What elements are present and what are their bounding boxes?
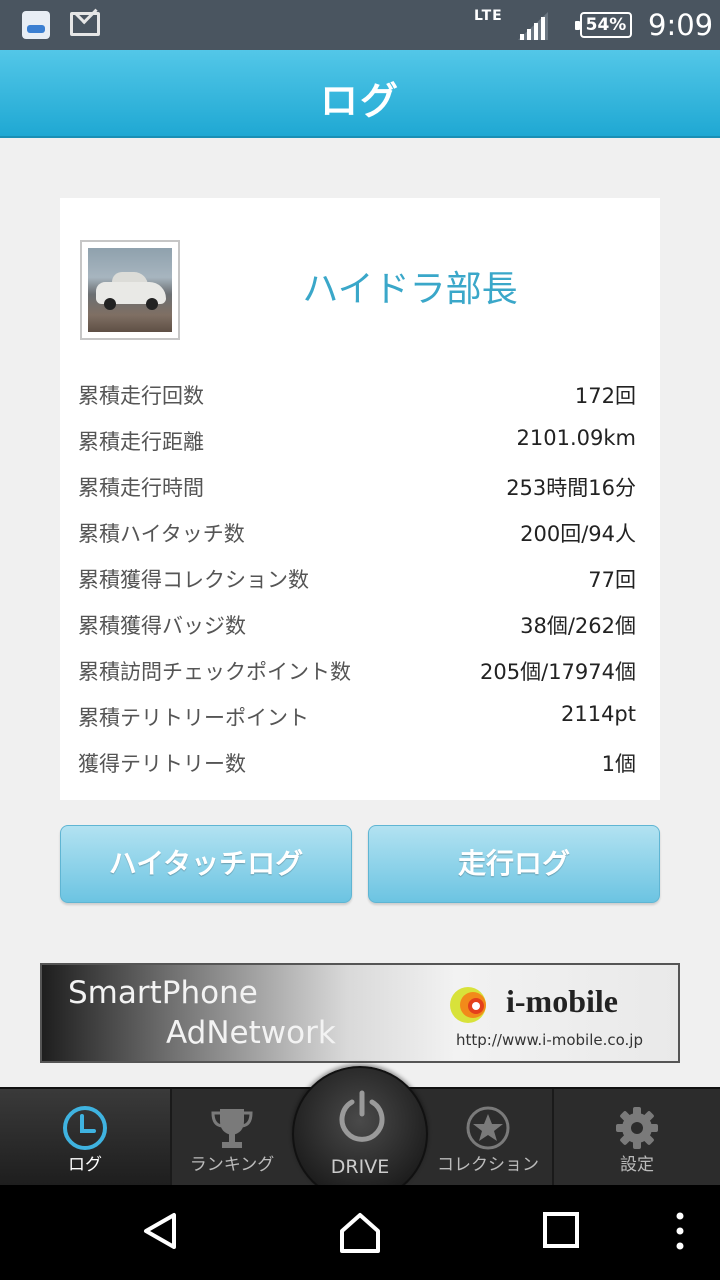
tab-settings-label: 設定: [620, 1155, 654, 1175]
stat-value: 38個/262個: [520, 614, 636, 638]
recents-icon[interactable]: [542, 1211, 580, 1249]
stat-row: 累積走行回数 172回: [78, 370, 636, 416]
tab-collection-label: コレクション: [437, 1155, 539, 1175]
stat-label: 累積獲得バッジ数: [78, 614, 246, 638]
tab-log-label: ログ: [68, 1155, 102, 1175]
stat-value: 2114pt: [560, 702, 636, 726]
system-nav-bar: [0, 1185, 720, 1280]
stat-label: 累積訪問チェックポイント数: [78, 660, 351, 684]
back-icon[interactable]: [140, 1211, 180, 1251]
network-type: LTE: [474, 8, 503, 24]
app-notification-icon: [22, 11, 50, 39]
profile-card: ハイドラ部長 累積走行回数 172回 累積走行距離 2101.09km 累積走行…: [60, 198, 660, 800]
gmail-icon: [70, 12, 100, 36]
stat-label: 獲得テリトリー数: [78, 752, 246, 776]
trophy-icon: [211, 1109, 253, 1148]
stat-label: 累積テリトリーポイント: [78, 706, 309, 730]
tab-ranking[interactable]: ランキング: [172, 1089, 292, 1185]
battery-icon: 54%: [575, 12, 632, 38]
overflow-menu-icon[interactable]: [670, 1211, 690, 1251]
tab-settings[interactable]: 設定: [552, 1089, 720, 1185]
drive-button[interactable]: DRIVE: [292, 1066, 428, 1202]
ad-url: http://www.i-mobile.co.jp: [456, 1031, 643, 1049]
home-icon[interactable]: [338, 1211, 382, 1255]
tab-log[interactable]: ログ: [0, 1089, 170, 1185]
stat-value: 205個/17974個: [480, 660, 636, 684]
stat-row: 累積ハイタッチ数 200回/94人: [78, 508, 636, 554]
stat-row: 累積テリトリーポイント 2114pt: [78, 692, 636, 738]
stat-row: 累積走行距離 2101.09km: [78, 416, 636, 462]
stat-row: 累積訪問チェックポイント数 205個/17974個: [78, 646, 636, 692]
stat-value: 172回: [574, 384, 636, 408]
drive-log-button[interactable]: 走行ログ: [368, 825, 660, 903]
stat-row: 累積獲得コレクション数 77回: [78, 554, 636, 600]
clock: 9:09: [648, 8, 714, 42]
stat-label: 累積ハイタッチ数: [78, 522, 245, 546]
stats-list: 累積走行回数 172回 累積走行距離 2101.09km 累積走行時間 253時…: [78, 370, 636, 784]
ad-text-line2: AdNetwork: [166, 1015, 336, 1051]
stat-label: 累積走行距離: [78, 430, 204, 454]
stat-row: 累積走行時間 253時間16分: [78, 462, 636, 508]
hightouch-log-button[interactable]: ハイタッチログ: [60, 825, 352, 903]
stat-row: 累積獲得バッジ数 38個/262個: [78, 600, 636, 646]
car-photo: [88, 248, 172, 332]
stat-label: 累積走行回数: [78, 384, 204, 408]
ad-brand: i-mobile: [506, 983, 618, 1019]
stat-value: 253時間16分: [506, 476, 636, 500]
page-title: ログ: [319, 79, 400, 123]
drive-label: DRIVE: [330, 1156, 390, 1178]
ad-text-line1: SmartPhone: [68, 975, 258, 1011]
stat-value: 200回/94人: [520, 522, 636, 546]
stat-value: 1個: [601, 752, 636, 776]
stat-row: 獲得テリトリー数 1個: [78, 738, 636, 784]
avatar[interactable]: [80, 240, 180, 340]
tab-ranking-label: ランキング: [189, 1155, 275, 1175]
stat-value: 77回: [588, 568, 636, 592]
power-icon: [339, 1090, 385, 1142]
clock-icon: [63, 1106, 107, 1150]
stat-label: 累積獲得コレクション数: [78, 568, 309, 592]
star-icon: [466, 1106, 510, 1150]
imobile-logo-icon: [450, 987, 486, 1023]
status-bar: LTE 54% 9:09: [0, 0, 720, 50]
stat-value: 2101.09km: [516, 426, 636, 450]
title-bar: ログ: [0, 50, 720, 138]
signal-icon: [518, 12, 548, 40]
tab-collection[interactable]: コレクション: [428, 1089, 548, 1185]
gear-icon: [616, 1107, 658, 1149]
ad-banner[interactable]: SmartPhone AdNetwork i-mobile http://www…: [40, 963, 680, 1063]
user-name: ハイドラ部長: [302, 269, 518, 310]
stat-label: 累積走行時間: [78, 476, 204, 500]
